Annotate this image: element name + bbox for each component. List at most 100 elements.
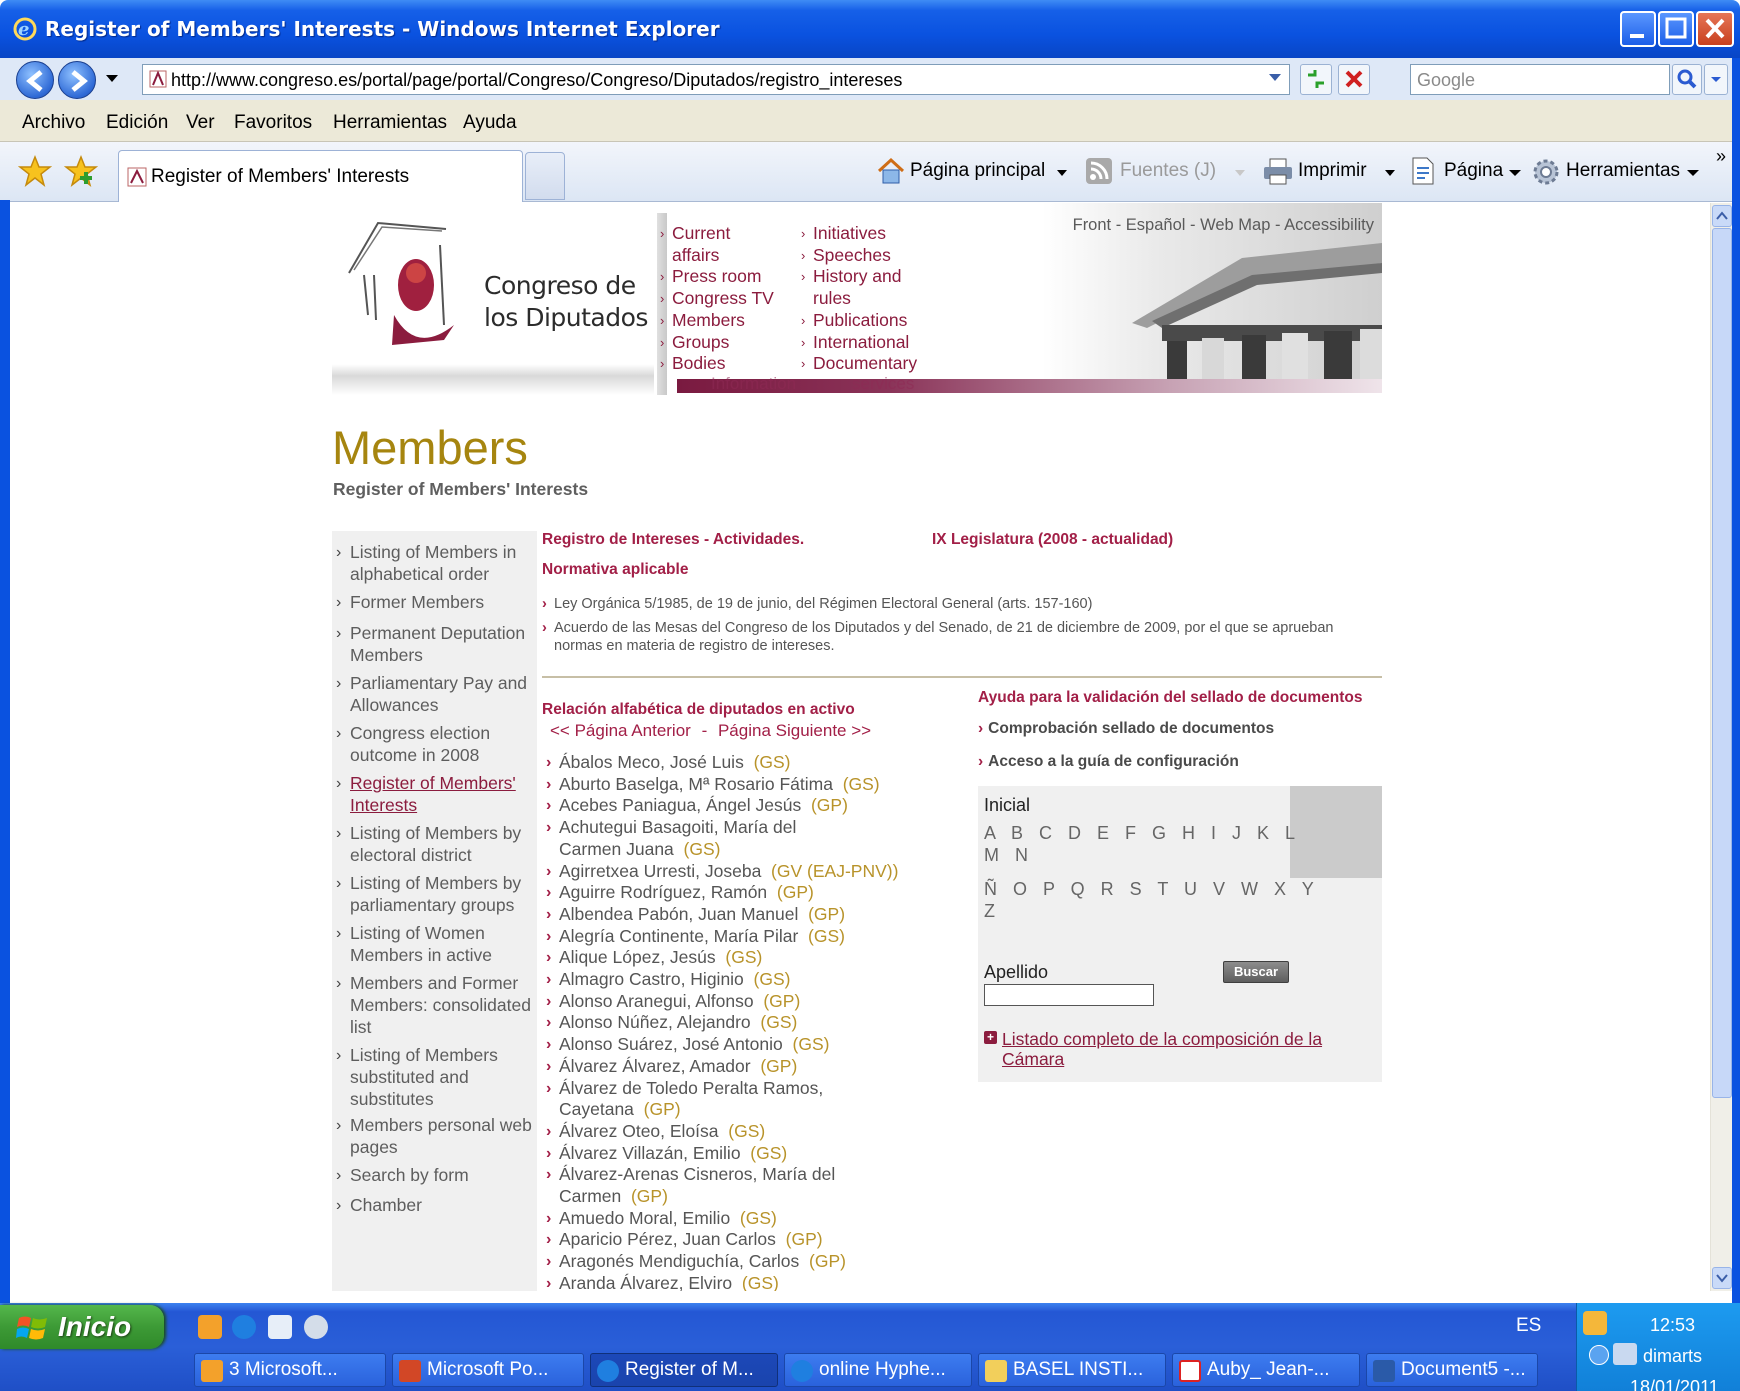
sidebar-item-consolidated-list[interactable]: › Members and Former Members: consolidate…: [336, 973, 535, 1038]
sidebar-item-electoral-district[interactable]: › Listing of Members by electoral distric…: [336, 823, 535, 867]
print-dropdown-icon[interactable]: [1384, 169, 1396, 177]
nav-initiatives[interactable]: › Initiatives: [801, 223, 886, 245]
sidebar-item-register-of-interests[interactable]: › Register of Members' Interests: [336, 773, 535, 817]
nav-international[interactable]: › International: [801, 332, 909, 354]
nav-services-hidden[interactable]: services: [852, 374, 914, 394]
list-item[interactable]: › Alique López, Jesús (GS): [546, 947, 959, 969]
initial-letters-row-2[interactable]: M N: [984, 845, 1034, 866]
nav-press-room[interactable]: › Press room: [660, 266, 761, 288]
sidebar-item-election-outcome[interactable]: › Congress election outcome in 2008: [336, 723, 535, 767]
list-item[interactable]: › Aburto Baselga, Mª Rosario Fátima (GS): [546, 774, 959, 796]
utility-links[interactable]: Front - Español - Web Map - Accessibilit…: [1073, 216, 1374, 235]
search-submit-button[interactable]: Buscar: [1223, 961, 1289, 983]
list-item[interactable]: › Álvarez-Arenas Cisneros, María del Carm…: [546, 1164, 844, 1207]
print-button[interactable]: Imprimir: [1298, 160, 1367, 182]
list-item[interactable]: › Acebes Paniagua, Ángel Jesús (GP): [546, 795, 959, 817]
tools-dropdown-icon[interactable]: [1686, 169, 1700, 177]
list-item[interactable]: › Aguirre Rodríguez, Ramón (GP): [546, 882, 959, 904]
sidebar-item-former-members[interactable]: › Former Members: [336, 592, 535, 614]
next-page-link[interactable]: Página Siguiente >>: [718, 721, 871, 740]
taskbar-clock[interactable]: 12:53 dimarts 18/01/2011: [1630, 1310, 1719, 1391]
config-guide-link[interactable]: › Acceso a la guía de configuración: [978, 753, 1239, 771]
nav-groups[interactable]: › Groups: [660, 332, 729, 354]
list-item[interactable]: › Aranda Álvarez, Elviro (GS): [546, 1273, 959, 1291]
search-button[interactable]: [1672, 64, 1702, 95]
maximize-button[interactable]: [1658, 11, 1694, 47]
sidebar-item-substituted[interactable]: › Listing of Members substituted and subs…: [336, 1045, 535, 1110]
vertical-scrollbar[interactable]: [1710, 203, 1732, 1291]
feeds-button[interactable]: Fuentes (J): [1120, 160, 1216, 182]
list-item[interactable]: › Alonso Núñez, Alejandro (GS): [546, 1012, 959, 1034]
tray-expand-icon[interactable]: [1589, 1345, 1609, 1365]
nav-history-and-rules[interactable]: › History and: [801, 266, 902, 288]
list-item[interactable]: › Álvarez Oteo, Eloísa (GS): [546, 1121, 959, 1143]
surname-input[interactable]: [984, 984, 1154, 1006]
tools-button[interactable]: Herramientas: [1566, 160, 1680, 182]
task-document5-word[interactable]: Document5 -...: [1366, 1353, 1538, 1387]
list-item[interactable]: › Álvarez Álvarez, Amador (GP): [546, 1056, 959, 1078]
list-item[interactable]: › Álvarez Villazán, Emilio (GS): [546, 1143, 959, 1165]
list-item[interactable]: › Albendea Pabón, Juan Manuel (GP): [546, 904, 959, 926]
favorites-star-icon[interactable]: [18, 154, 52, 188]
sidebar-item-search-by-form[interactable]: › Search by form: [336, 1165, 535, 1187]
task-register-of-members[interactable]: Register of M...: [590, 1353, 778, 1387]
sidebar-item-alphabetical-listing[interactable]: › Listing of Members in alphabetical orde…: [336, 542, 535, 586]
clock-alarm-icon[interactable]: [1583, 1311, 1607, 1335]
nav-history-and-rules-cont[interactable]: rules: [813, 288, 851, 310]
list-item[interactable]: › Almagro Castro, Higinio (GS): [546, 969, 959, 991]
initial-letters-row-1[interactable]: A B C D E F G H I J K L: [984, 823, 1301, 844]
full-composition-link[interactable]: + Listado completo de la composición de …: [984, 1029, 1364, 1069]
language-indicator[interactable]: ES: [1516, 1315, 1541, 1337]
sidebar-item-parliamentary-groups[interactable]: › Listing of Members by parliamentary gro…: [336, 873, 535, 917]
home-dropdown-icon[interactable]: [1056, 169, 1068, 177]
list-item[interactable]: › Alegría Continente, María Pilar (GS): [546, 926, 959, 948]
list-item[interactable]: › Aparicio Pérez, Juan Carlos (GP): [546, 1229, 959, 1251]
sidebar-item-chamber[interactable]: › Chamber: [336, 1195, 535, 1217]
menu-help[interactable]: Ayuda: [463, 112, 517, 134]
menu-tools[interactable]: Herramientas: [333, 112, 447, 134]
menu-view[interactable]: Ver: [186, 112, 215, 134]
initial-letters-row-3[interactable]: Ñ O P Q R S T U V W X Y: [984, 879, 1319, 900]
law-link-2[interactable]: › Acuerdo de las Mesas del Congreso de lo…: [542, 619, 1372, 655]
nav-members[interactable]: › Members: [660, 310, 745, 332]
minimize-button[interactable]: [1620, 11, 1656, 47]
add-favorite-icon[interactable]: [64, 154, 98, 188]
menu-edit[interactable]: Edición: [106, 112, 168, 134]
toolbar-overflow-button[interactable]: »: [1716, 146, 1726, 167]
task-basel-institute-folder[interactable]: BASEL INSTI...: [978, 1353, 1166, 1387]
back-button[interactable]: [16, 61, 54, 99]
scroll-up-button[interactable]: [1712, 205, 1732, 227]
nav-speeches[interactable]: › Speeches: [801, 245, 891, 267]
sidebar-item-pay-allowances[interactable]: › Parliamentary Pay and Allowances: [336, 673, 535, 717]
scroll-down-button[interactable]: [1712, 1267, 1732, 1289]
menu-favorites[interactable]: Favoritos: [234, 112, 312, 134]
list-item[interactable]: › Alonso Aranegui, Alfonso (GP): [546, 991, 959, 1013]
nav-current-affairs-cont[interactable]: affairs: [672, 245, 719, 267]
nav-publications[interactable]: › Publications: [801, 310, 907, 332]
initial-letters-row-4[interactable]: Z: [984, 901, 1001, 922]
url-input[interactable]: http://www.congreso.es/portal/page/porta…: [142, 64, 1290, 95]
list-item[interactable]: › Achutegui Basagoiti, María del Carmen J…: [546, 817, 859, 860]
congreso-logo[interactable]: Congreso de los Diputados: [332, 203, 654, 395]
list-item[interactable]: › Agirretxea Urresti, Joseba (GV (EAJ-PNV…: [546, 861, 959, 883]
task-microsoft-group[interactable]: 3 Microsoft...: [194, 1353, 386, 1387]
sidebar-item-women-members[interactable]: › Listing of Women Members in active: [336, 923, 535, 967]
previous-page-link[interactable]: << Página Anterior: [550, 721, 691, 740]
url-dropdown-icon[interactable]: [1267, 71, 1283, 85]
search-input[interactable]: Google: [1410, 64, 1670, 95]
start-button[interactable]: Inicio: [0, 1305, 164, 1349]
scroll-thumb[interactable]: [1712, 228, 1732, 1098]
page-button[interactable]: Página: [1444, 160, 1503, 182]
list-item[interactable]: › Aragonés Mendiguchía, Carlos (GP): [546, 1251, 959, 1273]
new-tab-button[interactable]: [525, 152, 565, 200]
nav-information-hidden[interactable]: Information: [711, 374, 796, 394]
internet-explorer-quicklaunch-icon[interactable]: [232, 1315, 256, 1339]
forward-button[interactable]: [58, 61, 96, 99]
stop-button[interactable]: [1338, 64, 1370, 95]
powerpoint-quicklaunch-icon[interactable]: [198, 1315, 222, 1339]
feeds-dropdown-icon[interactable]: [1234, 169, 1246, 177]
list-item[interactable]: › Ábalos Meco, José Luis (GS): [546, 752, 959, 774]
task-microsoft-powerpoint[interactable]: Microsoft Po...: [392, 1353, 584, 1387]
search-options-button[interactable]: [1704, 64, 1728, 95]
media-player-quicklaunch-icon[interactable]: [304, 1315, 328, 1339]
